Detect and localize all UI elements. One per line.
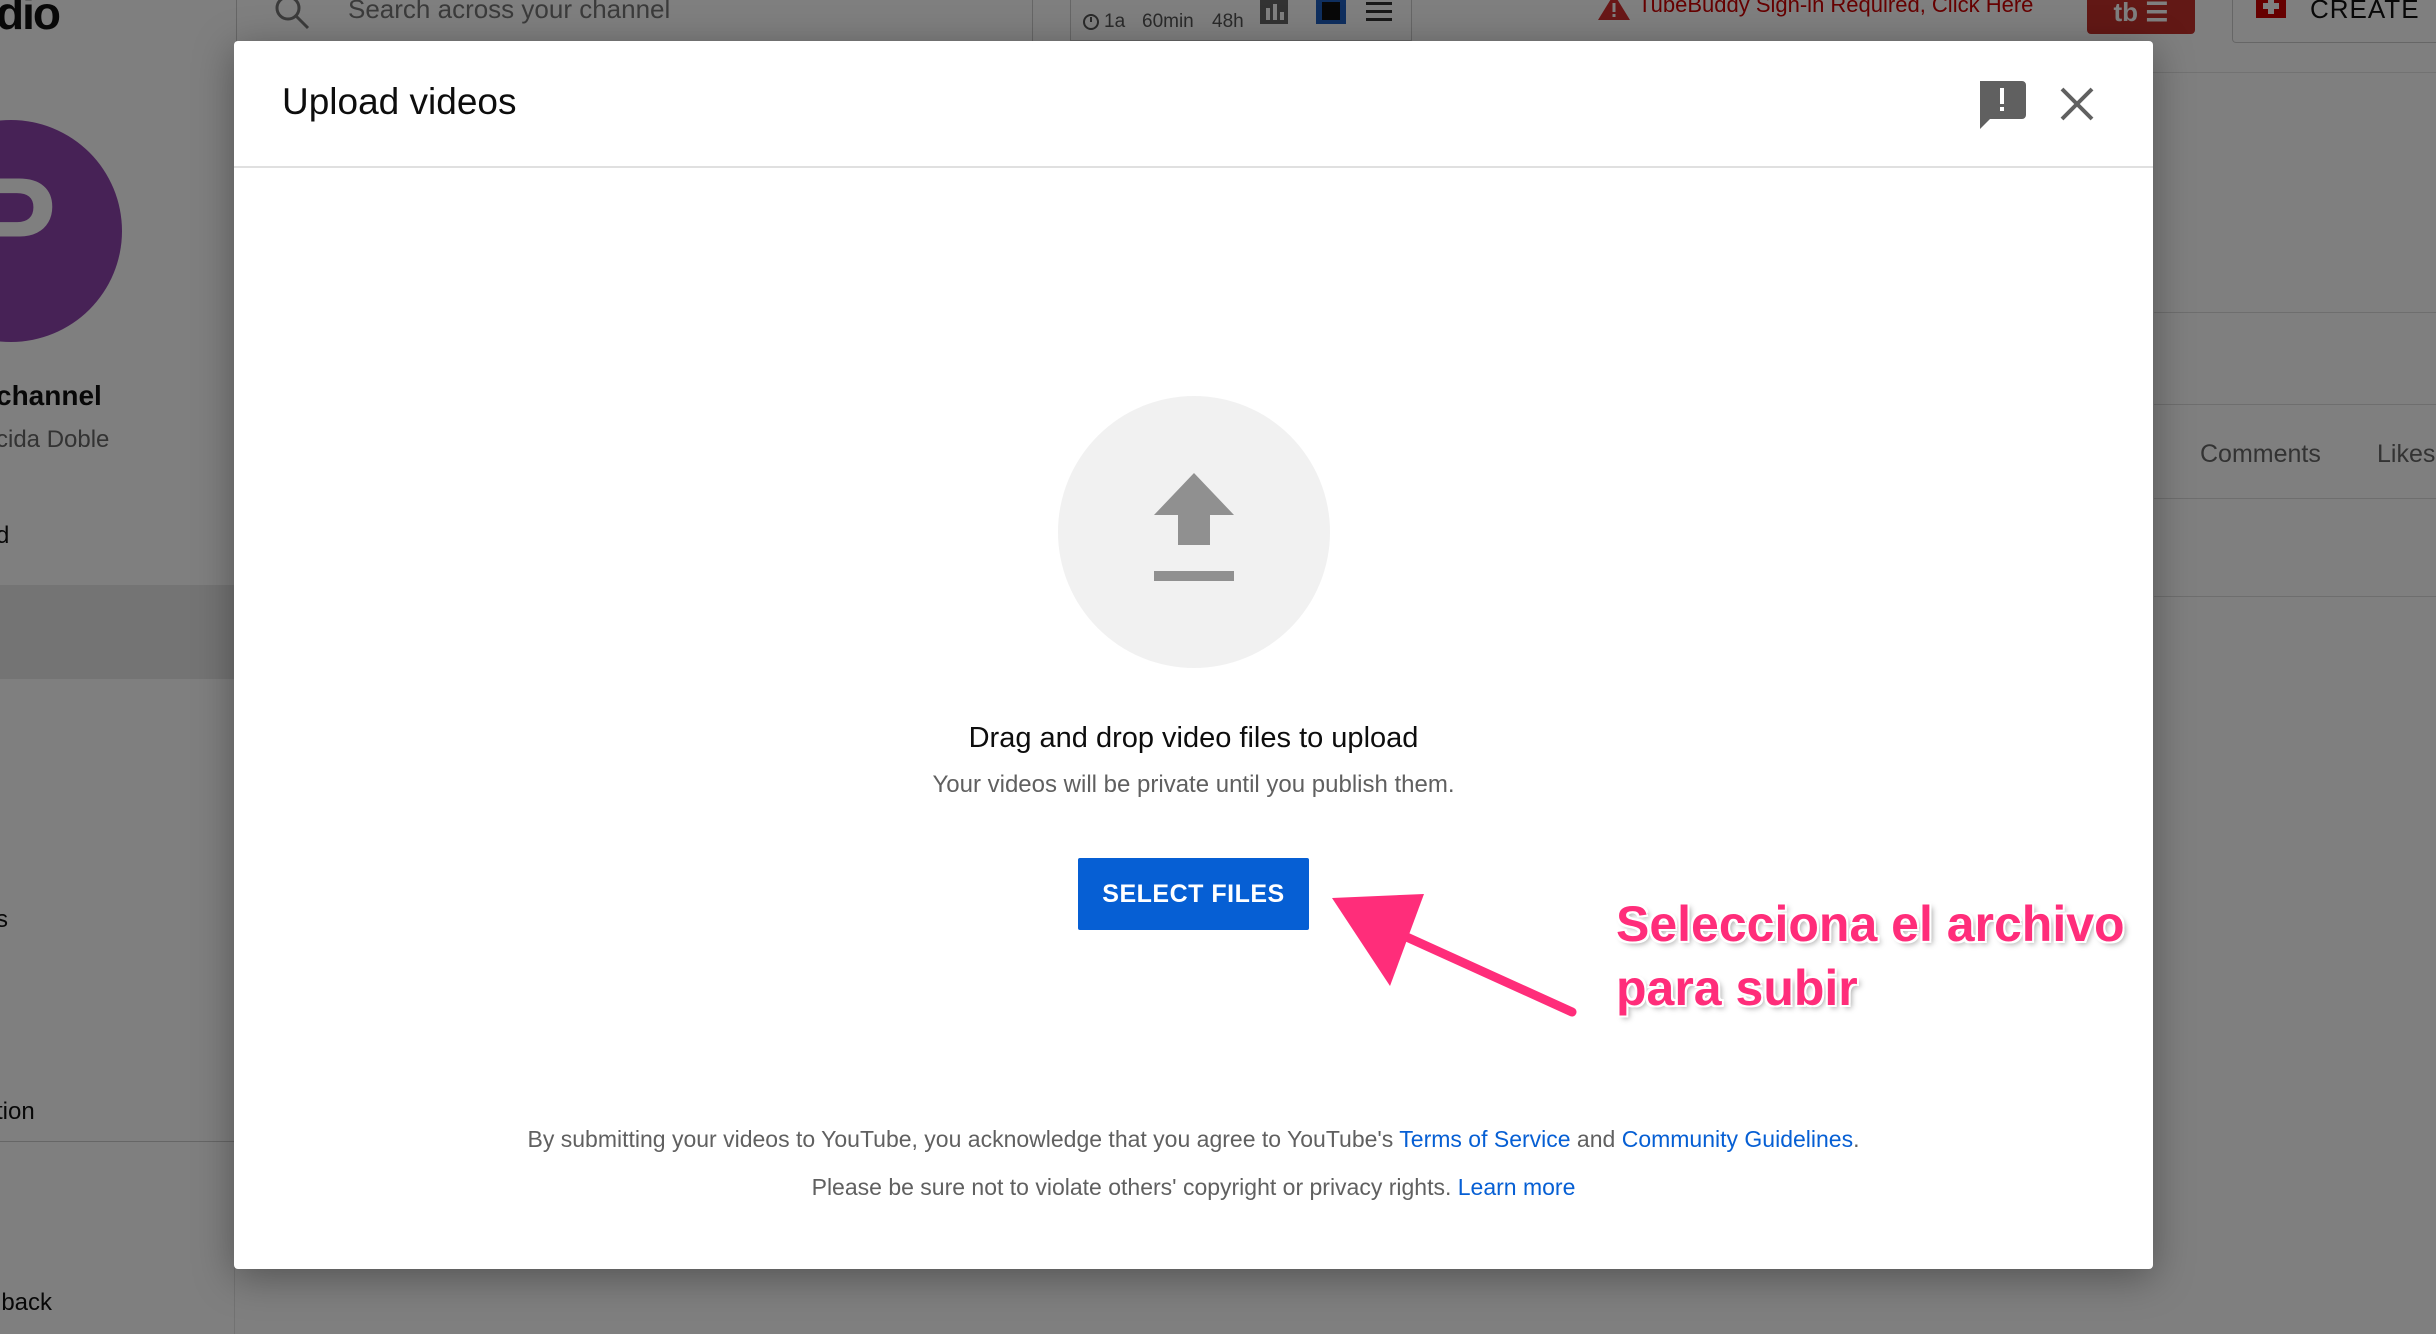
dialog-header: Upload videos [234,41,2153,168]
copyright-notice: Please be sure not to violate others' co… [811,1174,1458,1200]
learn-more-link[interactable]: Learn more [1458,1174,1576,1200]
legal-text-line2: Please be sure not to violate others' co… [234,1174,2153,1201]
legal-end: . [1853,1126,1860,1152]
annotation-arrow-icon [1332,894,1577,1017]
legal-prefix: By submitting your videos to YouTube, yo… [527,1126,1400,1152]
upload-videos-dialog: Upload videos Drag and drop video files … [234,41,2153,1269]
private-notice: Your videos will be private until you pu… [932,771,1455,798]
terms-of-service-link[interactable]: Terms of Service [1399,1126,1570,1152]
dialog-title: Upload videos [282,81,517,122]
upload-icon [1154,473,1234,581]
legal-text-line1: By submitting your videos to YouTube, yo… [234,1126,2153,1153]
annotation-text: Selecciona el archivo para subir [1616,892,2125,1020]
feedback-icon[interactable] [1974,77,2028,131]
annotation-line2: para subir [1616,960,1858,1016]
legal-and: and [1570,1126,1622,1152]
annotation-line1: Selecciona el archivo [1616,896,2125,952]
community-guidelines-link[interactable]: Community Guidelines [1622,1126,1853,1152]
drag-drop-text: Drag and drop video files to upload [968,722,1419,754]
select-files-button[interactable]: SELECT FILES [1078,858,1309,930]
close-icon[interactable] [2052,79,2102,129]
